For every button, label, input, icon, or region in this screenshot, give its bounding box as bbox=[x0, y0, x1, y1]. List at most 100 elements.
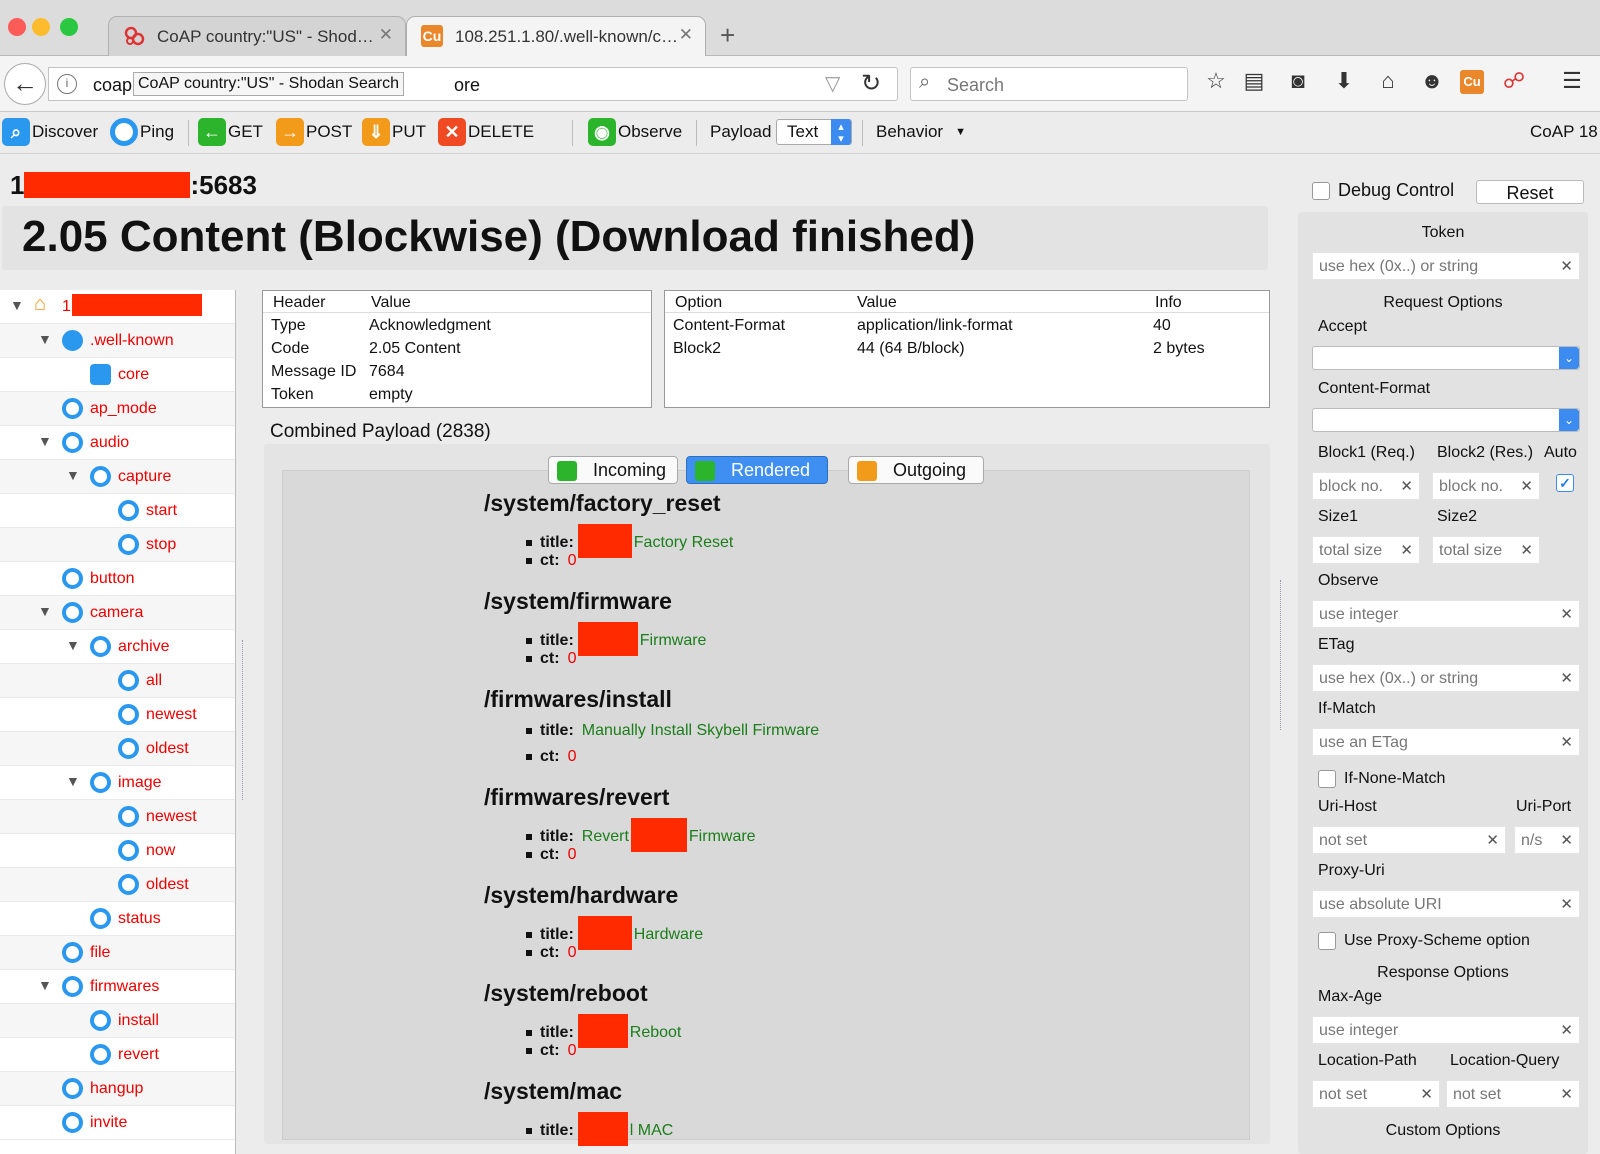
search-input[interactable]: ⌕ Search bbox=[910, 67, 1188, 101]
auto-checkbox[interactable]: ✓ bbox=[1556, 474, 1574, 492]
expand-twisty-icon[interactable]: ▼ bbox=[66, 637, 80, 653]
put-button[interactable]: ⇓ PUT bbox=[362, 116, 426, 148]
location-path-input[interactable]: not set ✕ bbox=[1312, 1080, 1440, 1108]
size1-input[interactable]: total size ✕ bbox=[1312, 536, 1420, 564]
home-icon[interactable]: ⌂ bbox=[1372, 68, 1404, 94]
browser-tab-shodan[interactable]: CoAP country:"US" - Shod… ✕ bbox=[108, 16, 406, 56]
clear-icon[interactable]: ✕ bbox=[1560, 733, 1573, 751]
tree-item[interactable]: revert bbox=[0, 1038, 235, 1072]
right-splitter[interactable] bbox=[1280, 580, 1288, 730]
info-icon[interactable]: i bbox=[57, 74, 77, 94]
expand-twisty-icon[interactable]: ▼ bbox=[10, 297, 24, 313]
expand-twisty-icon[interactable]: ▼ bbox=[38, 603, 52, 619]
etag-input[interactable]: use hex (0x..) or string ✕ bbox=[1312, 664, 1580, 692]
tree-item[interactable]: stop bbox=[0, 528, 235, 562]
tree-item[interactable]: ▼ firmwares bbox=[0, 970, 235, 1004]
minimize-window-button[interactable] bbox=[32, 18, 50, 36]
menu-icon[interactable]: ☰ bbox=[1556, 68, 1588, 94]
uri-port-input[interactable]: n/s ✕ bbox=[1514, 826, 1580, 854]
tree-item[interactable]: now bbox=[0, 834, 235, 868]
tree-item[interactable]: start bbox=[0, 494, 235, 528]
new-tab-button[interactable]: + bbox=[720, 20, 735, 51]
browser-tab-coap[interactable]: Cu 108.251.1.80/.well-known/c… ✕ bbox=[406, 16, 706, 57]
content-format-select[interactable]: ⌄ bbox=[1312, 408, 1580, 432]
reset-button[interactable]: Reset bbox=[1476, 180, 1584, 204]
tree-item[interactable]: ▼ camera bbox=[0, 596, 235, 630]
expand-twisty-icon[interactable]: ▼ bbox=[66, 773, 80, 789]
tree-item[interactable]: all bbox=[0, 664, 235, 698]
observe-input[interactable]: use integer ✕ bbox=[1312, 600, 1580, 628]
observe-button[interactable]: ◉ Observe bbox=[588, 116, 682, 148]
get-button[interactable]: ← GET bbox=[198, 116, 263, 148]
tree-item[interactable]: ▼ .well-known bbox=[0, 324, 235, 358]
url-dropdown-icon[interactable]: ▽ bbox=[825, 71, 840, 96]
tree-item[interactable]: newest bbox=[0, 800, 235, 834]
tree-item[interactable]: ▼ image bbox=[0, 766, 235, 800]
tree-item[interactable]: oldest bbox=[0, 732, 235, 766]
tree-item[interactable]: button bbox=[0, 562, 235, 596]
tree-item[interactable]: newest bbox=[0, 698, 235, 732]
expand-twisty-icon[interactable]: ▼ bbox=[38, 977, 52, 993]
tree-item[interactable]: hangup bbox=[0, 1072, 235, 1106]
tree-item[interactable]: ▼ capture bbox=[0, 460, 235, 494]
behavior-menu[interactable]: Behavior ▼ bbox=[876, 116, 966, 148]
tab-outgoing[interactable]: Outgoing bbox=[848, 456, 984, 484]
tree-item[interactable]: ▼ ⌂ 1 bbox=[0, 290, 235, 324]
tree-item[interactable]: ▼ audio bbox=[0, 426, 235, 460]
download-icon[interactable]: ⬇ bbox=[1328, 68, 1360, 94]
reading-list-icon[interactable]: ▤ bbox=[1238, 68, 1270, 94]
proxy-scheme-checkbox[interactable] bbox=[1318, 932, 1336, 950]
proxy-scheme-option[interactable]: Use Proxy-Scheme option bbox=[1318, 932, 1530, 950]
bookmark-star-icon[interactable]: ☆ bbox=[1200, 68, 1232, 94]
shodan-addon-icon[interactable]: ☍ bbox=[1498, 68, 1530, 94]
copper-addon-icon[interactable]: Cu bbox=[1460, 70, 1484, 94]
clear-icon[interactable]: ✕ bbox=[1400, 541, 1413, 559]
if-match-input[interactable]: use an ETag ✕ bbox=[1312, 728, 1580, 756]
payload-format-select[interactable]: Text ▴ ▾ bbox=[776, 119, 852, 145]
clear-icon[interactable]: ✕ bbox=[1560, 831, 1573, 849]
discover-button[interactable]: ⌕ Discover bbox=[2, 116, 98, 148]
ping-button[interactable]: Ping bbox=[110, 116, 174, 148]
size2-input[interactable]: total size ✕ bbox=[1432, 536, 1540, 564]
tab-rendered[interactable]: Rendered bbox=[686, 456, 828, 484]
post-button[interactable]: → POST bbox=[276, 116, 352, 148]
tree-item[interactable]: ap_mode bbox=[0, 392, 235, 426]
location-query-input[interactable]: not set ✕ bbox=[1446, 1080, 1580, 1108]
proxy-uri-input[interactable]: use absolute URI ✕ bbox=[1312, 890, 1580, 918]
url-bar[interactable]: i coap: ore CoAP country:"US" - Shodan S… bbox=[48, 67, 898, 101]
tree-item[interactable]: file bbox=[0, 936, 235, 970]
chat-icon[interactable]: ☻ bbox=[1416, 68, 1448, 94]
clear-icon[interactable]: ✕ bbox=[1486, 831, 1499, 849]
tab-incoming[interactable]: Incoming bbox=[548, 456, 678, 484]
reload-icon[interactable]: ↻ bbox=[861, 69, 881, 98]
clear-icon[interactable]: ✕ bbox=[1420, 1085, 1433, 1103]
clear-icon[interactable]: ✕ bbox=[1520, 541, 1533, 559]
close-tab-icon[interactable]: ✕ bbox=[379, 25, 393, 45]
pocket-icon[interactable]: ◙ bbox=[1282, 68, 1314, 94]
tree-item[interactable]: ▼ archive bbox=[0, 630, 235, 664]
block1-input[interactable]: block no. ✕ bbox=[1312, 472, 1420, 500]
expand-twisty-icon[interactable]: ▼ bbox=[66, 467, 80, 483]
uri-host-input[interactable]: not set ✕ bbox=[1312, 826, 1506, 854]
clear-icon[interactable]: ✕ bbox=[1560, 669, 1573, 687]
back-button[interactable]: ← bbox=[4, 63, 46, 105]
debug-checkbox[interactable] bbox=[1312, 182, 1330, 201]
clear-icon[interactable]: ✕ bbox=[1560, 1085, 1573, 1103]
debug-control-toggle[interactable]: Debug Control bbox=[1312, 180, 1454, 201]
tree-item[interactable]: install bbox=[0, 1004, 235, 1038]
clear-icon[interactable]: ✕ bbox=[1560, 605, 1573, 623]
clear-icon[interactable]: ✕ bbox=[1400, 477, 1413, 495]
expand-twisty-icon[interactable]: ▼ bbox=[38, 433, 52, 449]
clear-icon[interactable]: ✕ bbox=[1560, 1021, 1573, 1039]
delete-button[interactable]: ✕ DELETE bbox=[438, 116, 534, 148]
left-splitter[interactable] bbox=[242, 640, 250, 800]
tree-item[interactable]: oldest bbox=[0, 868, 235, 902]
clear-icon[interactable]: ✕ bbox=[1560, 895, 1573, 913]
close-tab-icon[interactable]: ✕ bbox=[679, 25, 693, 45]
expand-twisty-icon[interactable]: ▼ bbox=[38, 331, 52, 347]
close-window-button[interactable] bbox=[8, 18, 26, 36]
clear-icon[interactable]: ✕ bbox=[1560, 257, 1573, 275]
tree-item[interactable]: invite bbox=[0, 1106, 235, 1140]
if-none-match-checkbox[interactable] bbox=[1318, 770, 1336, 788]
clear-icon[interactable]: ✕ bbox=[1520, 477, 1533, 495]
